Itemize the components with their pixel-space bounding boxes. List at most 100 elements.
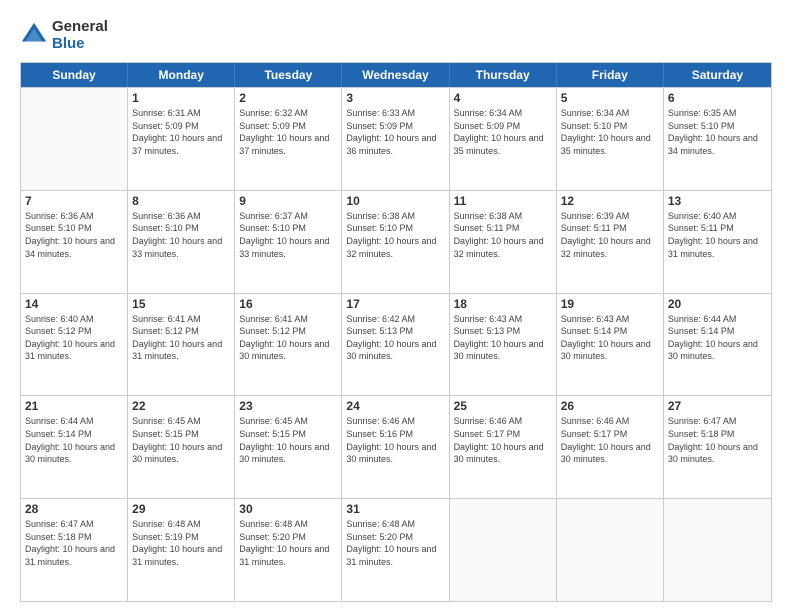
calendar-cell: 16Sunrise: 6:41 AM Sunset: 5:12 PM Dayli… bbox=[235, 294, 342, 396]
cell-sun-info: Sunrise: 6:45 AM Sunset: 5:15 PM Dayligh… bbox=[132, 415, 230, 465]
calendar-cell: 6 Sunrise: 6:35 AM Sunset: 5:10 PM Daylig… bbox=[664, 88, 771, 190]
cell-sun-info: Sunrise: 6:38 AM Sunset: 5:10 PM Dayligh… bbox=[346, 210, 444, 260]
calendar-cell: 26 Sunrise: 6:46 AM Sunset: 5:17 PM Dayli… bbox=[557, 396, 664, 498]
calendar-cell: 20 Sunrise: 6:44 AM Sunset: 5:14 PM Dayli… bbox=[664, 294, 771, 396]
calendar-cell: 25 Sunrise: 6:46 AM Sunset: 5:17 PM Dayli… bbox=[450, 396, 557, 498]
calendar-cell: 17 Sunrise: 6:42 AM Sunset: 5:13 PM Dayli… bbox=[342, 294, 449, 396]
calendar-cell: 5 Sunrise: 6:34 AM Sunset: 5:10 PM Daylig… bbox=[557, 88, 664, 190]
calendar-cell: 22 Sunrise: 6:45 AM Sunset: 5:15 PM Dayli… bbox=[128, 396, 235, 498]
logo: General Blue bbox=[20, 18, 108, 52]
weekday-header: Sunday bbox=[21, 63, 128, 87]
calendar-cell: 23 Sunrise: 6:45 AM Sunset: 5:15 PM Dayli… bbox=[235, 396, 342, 498]
cell-sun-info: Sunrise: 6:46 AM Sunset: 5:17 PM Dayligh… bbox=[561, 415, 659, 465]
calendar-cell bbox=[664, 499, 771, 601]
cell-sun-info: Sunrise: 6:44 AM Sunset: 5:14 PM Dayligh… bbox=[668, 313, 767, 363]
cell-day-number: 15 bbox=[132, 297, 230, 311]
calendar-cell bbox=[450, 499, 557, 601]
cell-sun-info: Sunrise: 6:45 AM Sunset: 5:15 PM Dayligh… bbox=[239, 415, 337, 465]
calendar-cell bbox=[557, 499, 664, 601]
calendar-cell: 7 Sunrise: 6:36 AM Sunset: 5:10 PM Daylig… bbox=[21, 191, 128, 293]
logo-text: General Blue bbox=[52, 18, 108, 52]
cell-sun-info: Sunrise: 6:38 AM Sunset: 5:11 PM Dayligh… bbox=[454, 210, 552, 260]
cell-day-number: 19 bbox=[561, 297, 659, 311]
calendar-cell: 13Sunrise: 6:40 AM Sunset: 5:11 PM Dayli… bbox=[664, 191, 771, 293]
cell-day-number: 14 bbox=[25, 297, 123, 311]
cell-day-number: 28 bbox=[25, 502, 123, 516]
cell-sun-info: Sunrise: 6:42 AM Sunset: 5:13 PM Dayligh… bbox=[346, 313, 444, 363]
header: General Blue bbox=[20, 18, 772, 52]
weekday-header: Tuesday bbox=[235, 63, 342, 87]
cell-day-number: 1 bbox=[132, 91, 230, 105]
cell-sun-info: Sunrise: 6:37 AM Sunset: 5:10 PM Dayligh… bbox=[239, 210, 337, 260]
calendar-cell: 14 Sunrise: 6:40 AM Sunset: 5:12 PM Dayli… bbox=[21, 294, 128, 396]
cell-day-number: 4 bbox=[454, 91, 552, 105]
cell-sun-info: Sunrise: 6:46 AM Sunset: 5:17 PM Dayligh… bbox=[454, 415, 552, 465]
calendar-cell: 29 Sunrise: 6:48 AM Sunset: 5:19 PM Dayli… bbox=[128, 499, 235, 601]
cell-day-number: 29 bbox=[132, 502, 230, 516]
cell-sun-info: Sunrise: 6:48 AM Sunset: 5:20 PM Dayligh… bbox=[346, 518, 444, 568]
calendar-cell: 3 Sunrise: 6:33 AM Sunset: 5:09 PM Daylig… bbox=[342, 88, 449, 190]
cell-day-number: 23 bbox=[239, 399, 337, 413]
cell-sun-info: Sunrise: 6:35 AM Sunset: 5:10 PM Dayligh… bbox=[668, 107, 767, 157]
calendar-cell: 19 Sunrise: 6:43 AM Sunset: 5:14 PM Dayli… bbox=[557, 294, 664, 396]
cell-sun-info: Sunrise: 6:48 AM Sunset: 5:20 PM Dayligh… bbox=[239, 518, 337, 568]
calendar-cell: 8 Sunrise: 6:36 AM Sunset: 5:10 PM Daylig… bbox=[128, 191, 235, 293]
calendar-week-row: 7 Sunrise: 6:36 AM Sunset: 5:10 PM Daylig… bbox=[21, 190, 771, 293]
calendar-cell: 10 Sunrise: 6:38 AM Sunset: 5:10 PM Dayli… bbox=[342, 191, 449, 293]
cell-day-number: 12 bbox=[561, 194, 659, 208]
cell-sun-info: Sunrise: 6:39 AM Sunset: 5:11 PM Dayligh… bbox=[561, 210, 659, 260]
cell-sun-info: Sunrise: 6:36 AM Sunset: 5:10 PM Dayligh… bbox=[25, 210, 123, 260]
cell-day-number: 20 bbox=[668, 297, 767, 311]
cell-day-number: 26 bbox=[561, 399, 659, 413]
cell-sun-info: Sunrise: 6:36 AM Sunset: 5:10 PM Dayligh… bbox=[132, 210, 230, 260]
cell-sun-info: Sunrise: 6:34 AM Sunset: 5:09 PM Dayligh… bbox=[454, 107, 552, 157]
cell-day-number: 5 bbox=[561, 91, 659, 105]
calendar-cell: 15Sunrise: 6:41 AM Sunset: 5:12 PM Dayli… bbox=[128, 294, 235, 396]
cell-day-number: 24 bbox=[346, 399, 444, 413]
page: General Blue SundayMondayTuesdayWednesda… bbox=[0, 0, 792, 612]
weekday-header: Saturday bbox=[664, 63, 771, 87]
cell-day-number: 10 bbox=[346, 194, 444, 208]
calendar-cell: 27 Sunrise: 6:47 AM Sunset: 5:18 PM Dayli… bbox=[664, 396, 771, 498]
cell-sun-info: Sunrise: 6:48 AM Sunset: 5:19 PM Dayligh… bbox=[132, 518, 230, 568]
calendar-cell: 31Sunrise: 6:48 AM Sunset: 5:20 PM Dayli… bbox=[342, 499, 449, 601]
cell-day-number: 8 bbox=[132, 194, 230, 208]
cell-sun-info: Sunrise: 6:40 AM Sunset: 5:11 PM Dayligh… bbox=[668, 210, 767, 260]
cell-sun-info: Sunrise: 6:33 AM Sunset: 5:09 PM Dayligh… bbox=[346, 107, 444, 157]
weekday-header: Wednesday bbox=[342, 63, 449, 87]
cell-day-number: 22 bbox=[132, 399, 230, 413]
calendar-body: 1Sunrise: 6:31 AM Sunset: 5:09 PM Daylig… bbox=[21, 87, 771, 601]
cell-day-number: 17 bbox=[346, 297, 444, 311]
cell-day-number: 3 bbox=[346, 91, 444, 105]
calendar: SundayMondayTuesdayWednesdayThursdayFrid… bbox=[20, 62, 772, 602]
calendar-cell: 2 Sunrise: 6:32 AM Sunset: 5:09 PM Daylig… bbox=[235, 88, 342, 190]
cell-day-number: 6 bbox=[668, 91, 767, 105]
calendar-cell: 9 Sunrise: 6:37 AM Sunset: 5:10 PM Daylig… bbox=[235, 191, 342, 293]
cell-day-number: 7 bbox=[25, 194, 123, 208]
cell-day-number: 16 bbox=[239, 297, 337, 311]
calendar-cell: 4 Sunrise: 6:34 AM Sunset: 5:09 PM Daylig… bbox=[450, 88, 557, 190]
weekday-header: Monday bbox=[128, 63, 235, 87]
cell-sun-info: Sunrise: 6:40 AM Sunset: 5:12 PM Dayligh… bbox=[25, 313, 123, 363]
cell-sun-info: Sunrise: 6:46 AM Sunset: 5:16 PM Dayligh… bbox=[346, 415, 444, 465]
calendar-week-row: 1Sunrise: 6:31 AM Sunset: 5:09 PM Daylig… bbox=[21, 87, 771, 190]
cell-sun-info: Sunrise: 6:43 AM Sunset: 5:14 PM Dayligh… bbox=[561, 313, 659, 363]
calendar-cell: 12 Sunrise: 6:39 AM Sunset: 5:11 PM Dayli… bbox=[557, 191, 664, 293]
cell-sun-info: Sunrise: 6:32 AM Sunset: 5:09 PM Dayligh… bbox=[239, 107, 337, 157]
cell-day-number: 21 bbox=[25, 399, 123, 413]
cell-sun-info: Sunrise: 6:34 AM Sunset: 5:10 PM Dayligh… bbox=[561, 107, 659, 157]
cell-sun-info: Sunrise: 6:47 AM Sunset: 5:18 PM Dayligh… bbox=[25, 518, 123, 568]
calendar-header-row: SundayMondayTuesdayWednesdayThursdayFrid… bbox=[21, 63, 771, 87]
cell-day-number: 9 bbox=[239, 194, 337, 208]
calendar-cell: 28 Sunrise: 6:47 AM Sunset: 5:18 PM Dayli… bbox=[21, 499, 128, 601]
weekday-header: Thursday bbox=[450, 63, 557, 87]
cell-day-number: 2 bbox=[239, 91, 337, 105]
cell-sun-info: Sunrise: 6:47 AM Sunset: 5:18 PM Dayligh… bbox=[668, 415, 767, 465]
cell-day-number: 25 bbox=[454, 399, 552, 413]
calendar-cell: 30Sunrise: 6:48 AM Sunset: 5:20 PM Dayli… bbox=[235, 499, 342, 601]
calendar-cell bbox=[21, 88, 128, 190]
cell-day-number: 27 bbox=[668, 399, 767, 413]
logo-icon bbox=[20, 21, 48, 49]
weekday-header: Friday bbox=[557, 63, 664, 87]
cell-day-number: 11 bbox=[454, 194, 552, 208]
